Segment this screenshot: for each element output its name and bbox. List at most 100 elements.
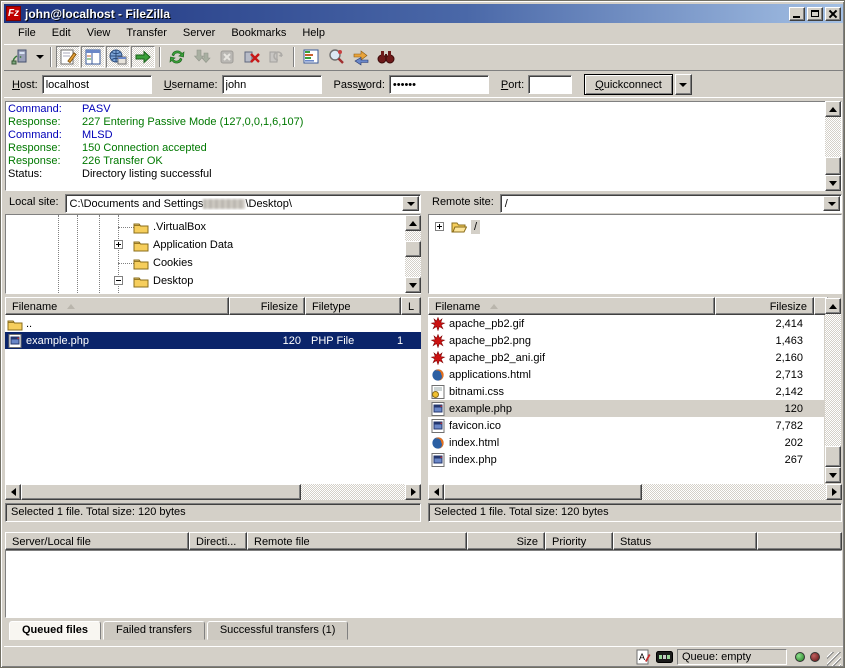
scroll-right-button[interactable] [826,484,842,500]
filezilla-app-icon[interactable]: Fz [6,6,21,21]
local-site-combobox[interactable]: C:\Documents and Settings\Desktop\ [65,194,421,213]
local-file-row-parent[interactable]: .. [5,315,421,332]
quickconnect-dropdown[interactable] [675,74,692,95]
column-header-filesize[interactable]: Filesize [715,297,814,315]
tab-failed-transfers[interactable]: Failed transfers [103,621,205,640]
remote-file-row[interactable]: apache_pb2_ani.gif 2,160 [428,349,824,366]
toggle-transfer-queue-button[interactable] [131,46,155,68]
scroll-up-button[interactable] [825,298,841,314]
site-manager-button[interactable] [8,46,32,68]
remote-file-row[interactable]: index.html 202 [428,434,824,451]
menu-help[interactable]: Help [294,25,333,41]
expand-icon[interactable] [114,240,123,249]
find-files-button[interactable] [374,46,398,68]
column-header-priority[interactable]: Priority [545,532,613,550]
scrollbar-thumb[interactable] [21,484,301,500]
title-bar[interactable]: Fz john@localhost - FileZilla [4,4,843,23]
column-header-direction[interactable]: Directi... [189,532,247,550]
scrollbar-thumb[interactable] [825,157,841,175]
column-header-filesize[interactable]: Filesize [229,297,305,315]
transfer-queue-list[interactable] [5,550,842,618]
scroll-down-button[interactable] [825,175,841,191]
scroll-down-button[interactable] [405,277,421,293]
scroll-left-button[interactable] [428,484,444,500]
local-tree-scrollbar[interactable] [405,215,421,293]
expand-icon[interactable] [435,222,444,231]
column-header-last-modified[interactable]: L [401,297,421,315]
reconnect-button[interactable] [265,46,289,68]
column-header-status[interactable]: Status [613,532,757,550]
menu-file[interactable]: File [10,25,44,41]
password-input[interactable] [389,75,489,94]
menu-server[interactable]: Server [175,25,223,41]
local-file-row-example-php[interactable]: example.php 120 PHP File 1 [5,332,421,349]
remote-file-row[interactable]: bitnami.css 2,142 [428,383,824,400]
column-header-server-local-file[interactable]: Server/Local file [5,532,189,550]
collapse-icon[interactable] [114,276,123,285]
minimize-button[interactable] [789,7,805,21]
resize-grip-icon[interactable] [827,652,841,666]
host-input[interactable] [42,75,152,94]
tab-queued-files[interactable]: Queued files [9,621,101,640]
remote-file-row[interactable]: apache_pb2.png 1,463 [428,332,824,349]
maximize-button[interactable] [807,7,823,21]
menu-view[interactable]: View [79,25,119,41]
remote-file-row[interactable]: index.php 267 [428,451,824,468]
tree-item-root[interactable]: / [429,218,841,236]
remote-file-row[interactable]: applications.html 2,713 [428,366,824,383]
column-header-remote-file[interactable]: Remote file [247,532,467,550]
site-manager-dropdown[interactable] [33,46,46,68]
column-header-filetype[interactable]: Filetype [305,297,401,315]
tree-item-virtualbox[interactable]: .VirtualBox [6,218,420,236]
log-line: Command:MLSD [8,129,841,142]
local-list-hscrollbar[interactable] [5,484,421,500]
port-input[interactable] [528,75,572,94]
remote-file-row[interactable]: favicon.ico 7,782 [428,417,824,434]
close-button[interactable] [825,7,841,21]
remote-site-combobox[interactable]: / [500,194,842,213]
disconnect-button[interactable] [240,46,264,68]
refresh-button[interactable] [165,46,189,68]
speed-limit-icon [656,651,673,663]
scrollbar-thumb[interactable] [444,484,642,500]
toggle-local-tree-button[interactable] [81,46,105,68]
directory-comparison-button[interactable] [324,46,348,68]
remote-file-row-selected[interactable]: example.php 120 [428,400,824,417]
scrollbar-thumb[interactable] [405,241,421,257]
menu-edit[interactable]: Edit [44,25,79,41]
username-input[interactable] [222,75,322,94]
transfer-type-indicator[interactable]: A [635,649,652,665]
menu-bookmarks[interactable]: Bookmarks [223,25,294,41]
send-activity-led [810,652,820,662]
directory-listing-filters-button[interactable] [299,46,323,68]
scroll-left-button[interactable] [5,484,21,500]
scrollbar-thumb[interactable] [825,446,841,467]
toggle-remote-tree-button[interactable] [106,46,130,68]
scroll-up-button[interactable] [405,215,421,231]
toggle-message-log-button[interactable] [56,46,80,68]
speed-limit-indicator[interactable] [656,649,673,665]
local-site-dropdown-button[interactable] [402,196,419,211]
column-header-filename[interactable]: Filename [428,297,715,315]
tree-item-cookies[interactable]: Cookies [6,254,420,272]
scroll-right-button[interactable] [405,484,421,500]
tab-successful-transfers[interactable]: Successful transfers (1) [207,621,349,640]
scroll-up-button[interactable] [825,101,841,117]
remote-file-row[interactable]: apache_pb2.gif 2,414 [428,315,824,332]
synchronized-browsing-button[interactable] [349,46,373,68]
remote-list-scrollbar[interactable] [825,298,841,483]
log-line: Command:PASV [8,103,841,116]
column-header-filename[interactable]: Filename [5,297,229,315]
remote-site-dropdown-button[interactable] [823,196,840,211]
cancel-operation-button[interactable] [215,46,239,68]
log-line: Response:150 Connection accepted [8,142,841,155]
quickconnect-button[interactable]: Quickconnect [584,74,673,95]
menu-transfer[interactable]: Transfer [118,25,175,41]
column-header-size[interactable]: Size [467,532,545,550]
tree-item-desktop[interactable]: Desktop [6,272,420,290]
tree-item-application-data[interactable]: Application Data [6,236,420,254]
log-scrollbar[interactable] [825,101,841,191]
remote-list-hscrollbar[interactable] [428,484,842,500]
process-queue-button[interactable] [190,46,214,68]
scroll-down-button[interactable] [825,467,841,483]
